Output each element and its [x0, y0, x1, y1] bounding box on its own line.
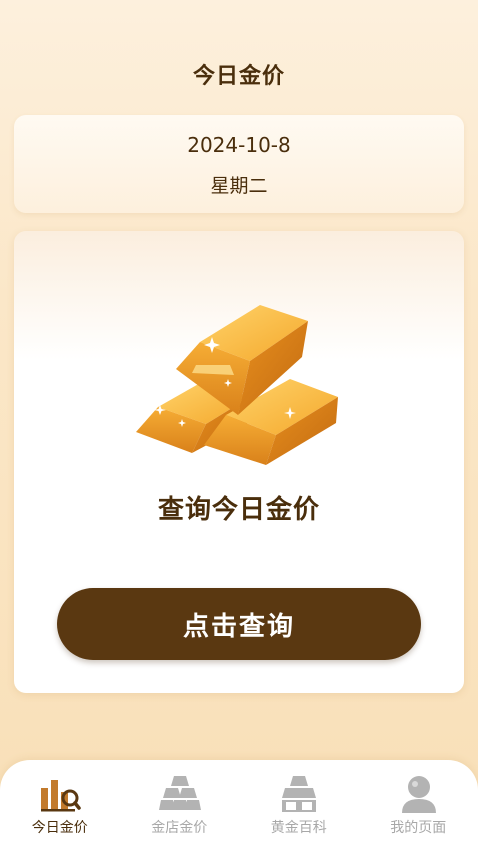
gold-encyclopedia-icon [282, 776, 316, 812]
gold-bars-stack-icon [158, 776, 201, 810]
query-heading: 查询今日金价 [157, 495, 320, 525]
query-button[interactable]: 点击查询 [57, 588, 421, 660]
date-card: 2024-10-8 星期二 [14, 115, 464, 213]
page-title: 今日金价 [192, 64, 285, 89]
tab-gold-encyclopedia[interactable]: 黄金百科 [239, 760, 359, 850]
tab-today-gold-price[interactable]: 今日金价 [0, 760, 120, 850]
weekday-text: 星期二 [210, 175, 268, 197]
bar-chart-magnifier-icon [41, 780, 81, 812]
tab-store-gold-price[interactable]: 金店金价 [120, 760, 240, 850]
tab-label: 黄金百科 [270, 820, 327, 836]
gold-bars-illustration [136, 305, 338, 465]
tab-label: 我的页面 [390, 820, 447, 836]
tab-label: 今日金价 [31, 820, 88, 836]
user-profile-icon [401, 776, 436, 813]
date-text: 2024-10-8 [187, 133, 291, 157]
gold-price-query-card: 查询今日金价 点击查询 [14, 231, 464, 693]
tab-label: 金店金价 [151, 820, 208, 836]
tab-my-page[interactable]: 我的页面 [359, 760, 478, 850]
bottom-tab-bar: 今日金价 金店金价 黄金百科 我的页面 [0, 760, 478, 850]
